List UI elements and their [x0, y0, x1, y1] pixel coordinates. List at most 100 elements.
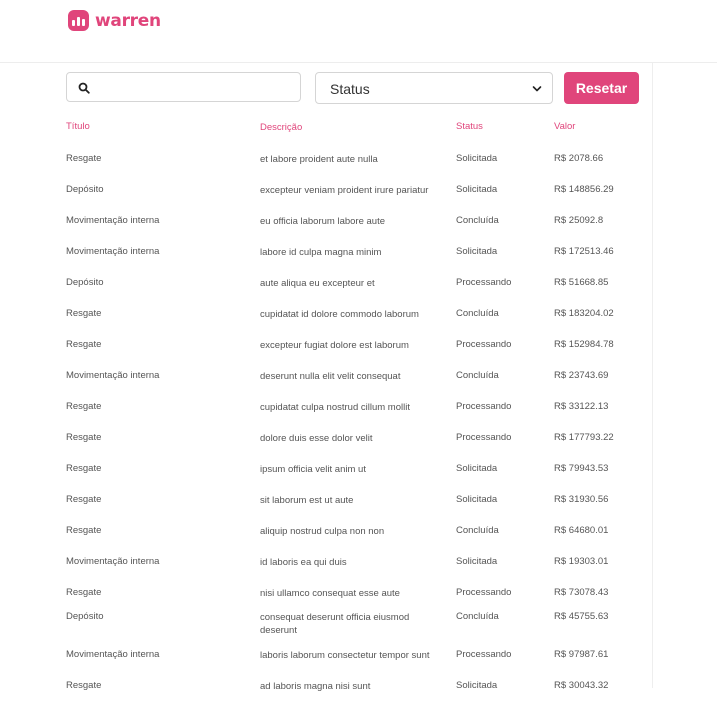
- cell-title: Resgate: [66, 308, 102, 319]
- cell-title: Movimentação interna: [66, 556, 160, 567]
- table-header: Título Descrição Status Valor: [66, 121, 641, 139]
- cell-description: aliquip nostrud culpa non non: [260, 526, 385, 537]
- table-row[interactable]: Movimentação interna eu officia laborum …: [66, 215, 641, 233]
- cell-status: Solicitada: [456, 494, 498, 505]
- table-row[interactable]: Depósito excepteur veniam proident irure…: [66, 184, 641, 202]
- cell-description: id laboris ea qui duis: [260, 557, 347, 568]
- reset-button[interactable]: Resetar: [564, 72, 639, 104]
- cell-description: ipsum officia velit anim ut: [260, 464, 366, 475]
- table-row[interactable]: Resgate aliquip nostrud culpa non non Co…: [66, 525, 641, 543]
- cell-title: Resgate: [66, 153, 102, 164]
- cell-value: R$ 177793.22: [554, 432, 614, 443]
- cell-status: Processando: [456, 432, 512, 443]
- table-row[interactable]: Movimentação interna labore id culpa mag…: [66, 246, 641, 264]
- column-header-value[interactable]: Valor: [554, 121, 639, 132]
- cell-value: R$ 51668.85: [554, 277, 609, 288]
- cell-description: consequat deserunt officia eiusmod deser…: [260, 612, 410, 636]
- cell-description: et labore proident aute nulla: [260, 154, 378, 165]
- search-box[interactable]: [66, 72, 301, 102]
- cell-value: R$ 33122.13: [554, 401, 609, 412]
- cell-status: Solicitada: [456, 246, 498, 257]
- cell-description: cupidatat id dolore commodo laborum: [260, 309, 419, 320]
- cell-value: R$ 152984.78: [554, 339, 614, 350]
- cell-value: R$ 19303.01: [554, 556, 609, 567]
- table-row[interactable]: Movimentação interna laboris laborum con…: [66, 649, 641, 667]
- column-header-description[interactable]: Descrição: [260, 121, 445, 134]
- brand-name: warren: [95, 10, 161, 31]
- cell-status: Solicitada: [456, 680, 498, 691]
- content-divider: [652, 63, 653, 688]
- status-select-value: Status: [330, 81, 370, 97]
- search-icon: [78, 82, 90, 94]
- logo[interactable]: warren: [68, 10, 161, 31]
- table-row[interactable]: Resgate excepteur fugiat dolore est labo…: [66, 339, 641, 357]
- cell-value: R$ 79943.53: [554, 463, 609, 474]
- cell-title: Resgate: [66, 401, 102, 412]
- cell-status: Concluída: [456, 525, 499, 536]
- cell-title: Depósito: [66, 611, 104, 622]
- chevron-down-icon: [532, 86, 542, 92]
- table-row[interactable]: Resgate nisi ullamco consequat esse aute…: [66, 587, 641, 605]
- cell-title: Resgate: [66, 525, 102, 536]
- cell-status: Processando: [456, 277, 512, 288]
- cell-status: Processando: [456, 401, 512, 412]
- table-row[interactable]: Movimentação interna deserunt nulla elit…: [66, 370, 641, 388]
- cell-status: Concluída: [456, 370, 499, 381]
- table-row[interactable]: Resgate dolore duis esse dolor velit Pro…: [66, 432, 641, 450]
- cell-value: R$ 73078.43: [554, 587, 609, 598]
- cell-description: ad laboris magna nisi sunt: [260, 681, 371, 692]
- cell-status: Concluída: [456, 611, 499, 622]
- app-header: warren: [0, 0, 717, 63]
- cell-description: excepteur fugiat dolore est laborum: [260, 340, 409, 351]
- cell-value: R$ 45755.63: [554, 611, 609, 622]
- cell-description: sit laborum est ut aute: [260, 495, 354, 506]
- cell-description: aute aliqua eu excepteur et: [260, 278, 375, 289]
- column-header-status[interactable]: Status: [456, 121, 546, 132]
- cell-title: Depósito: [66, 184, 104, 195]
- table-row[interactable]: Resgate cupidatat id dolore commodo labo…: [66, 308, 641, 326]
- table-row[interactable]: Resgate cupidatat culpa nostrud cillum m…: [66, 401, 641, 419]
- cell-description: dolore duis esse dolor velit: [260, 433, 373, 444]
- cell-value: R$ 2078.66: [554, 153, 604, 164]
- table-row[interactable]: Resgate sit laborum est ut aute Solicita…: [66, 494, 641, 512]
- search-input[interactable]: [95, 77, 294, 99]
- cell-value: R$ 25092.8: [554, 215, 604, 226]
- status-select[interactable]: Status: [315, 72, 553, 104]
- cell-value: R$ 30043.32: [554, 680, 609, 691]
- table-row[interactable]: Depósito consequat deserunt officia eius…: [66, 611, 641, 636]
- cell-title: Resgate: [66, 432, 102, 443]
- cell-status: Concluída: [456, 308, 499, 319]
- cell-value: R$ 148856.29: [554, 184, 614, 195]
- cell-title: Movimentação interna: [66, 370, 160, 381]
- logo-icon: [68, 10, 89, 31]
- cell-status: Concluída: [456, 215, 499, 226]
- cell-value: R$ 183204.02: [554, 308, 614, 319]
- cell-description: deserunt nulla elit velit consequat: [260, 371, 401, 382]
- cell-status: Processando: [456, 587, 512, 598]
- cell-description: labore id culpa magna minim: [260, 247, 382, 258]
- filters-bar: Status Resetar: [66, 72, 640, 104]
- cell-value: R$ 97987.61: [554, 649, 609, 660]
- cell-title: Movimentação interna: [66, 649, 160, 660]
- cell-status: Solicitada: [456, 153, 498, 164]
- cell-title: Movimentação interna: [66, 246, 160, 257]
- column-header-title[interactable]: Título: [66, 121, 251, 132]
- cell-status: Processando: [456, 339, 512, 350]
- table-row[interactable]: Movimentação interna id laboris ea qui d…: [66, 556, 641, 574]
- cell-title: Resgate: [66, 587, 102, 598]
- table-row[interactable]: Depósito aute aliqua eu excepteur et Pro…: [66, 277, 641, 295]
- cell-title: Resgate: [66, 680, 102, 691]
- cell-value: R$ 31930.56: [554, 494, 609, 505]
- cell-description: cupidatat culpa nostrud cillum mollit: [260, 402, 410, 413]
- table-row[interactable]: Resgate ad laboris magna nisi sunt Solic…: [66, 680, 641, 698]
- cell-value: R$ 172513.46: [554, 246, 614, 257]
- table-row[interactable]: Resgate et labore proident aute nulla So…: [66, 153, 641, 171]
- cell-value: R$ 23743.69: [554, 370, 609, 381]
- cell-status: Solicitada: [456, 556, 498, 567]
- table-row[interactable]: Resgate ipsum officia velit anim ut Soli…: [66, 463, 641, 481]
- cell-title: Movimentação interna: [66, 215, 160, 226]
- cell-description: nisi ullamco consequat esse aute: [260, 588, 400, 599]
- cell-title: Resgate: [66, 463, 102, 474]
- cell-status: Solicitada: [456, 184, 498, 195]
- cell-title: Resgate: [66, 494, 102, 505]
